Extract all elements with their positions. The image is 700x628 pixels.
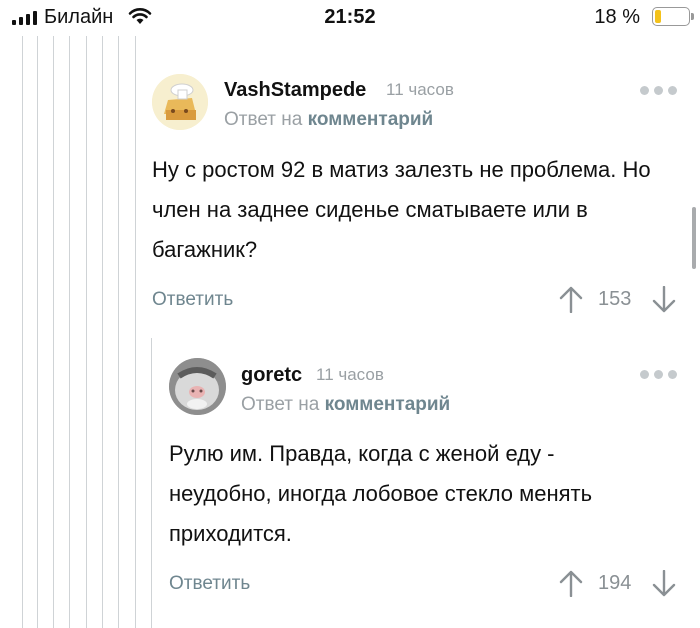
scrollbar[interactable]	[692, 207, 696, 269]
downvote-arrow-icon[interactable]	[652, 569, 676, 603]
reply-to-comment-link[interactable]: комментарий	[325, 394, 451, 415]
upvote-arrow-icon[interactable]	[559, 569, 583, 602]
comment-time: 11 часов	[316, 365, 384, 384]
reply-to-line: Ответ на комментарий	[241, 394, 450, 416]
comment-score: 194	[598, 572, 632, 594]
comment-reply: goretc 11 часов Ответ на комментарий Рул…	[0, 0, 700, 628]
reply-button[interactable]: Ответить	[169, 573, 250, 595]
reply-to-prefix: Ответ на	[241, 394, 320, 415]
avatar[interactable]	[169, 358, 226, 415]
more-options-icon[interactable]	[640, 370, 677, 379]
comment-text: Рулю им. Правда, когда с женой еду - неу…	[169, 441, 593, 546]
comment-author[interactable]: goretc	[241, 364, 302, 387]
